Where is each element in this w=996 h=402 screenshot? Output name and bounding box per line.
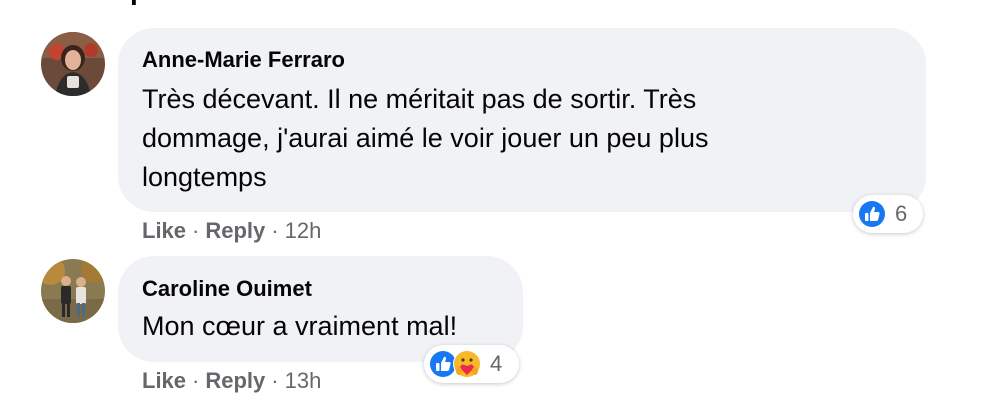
comment-author[interactable]: Anne-Marie Ferraro	[142, 47, 345, 73]
avatar[interactable]	[41, 259, 105, 323]
separator: ·	[271, 218, 279, 243]
care-icon	[453, 350, 481, 378]
separator: ·	[192, 218, 200, 243]
like-button[interactable]: Like	[142, 218, 186, 243]
reaction-count: 6	[895, 201, 908, 226]
comment-text: Très décevant. Il ne méritait pas de sor…	[142, 84, 709, 192]
like-icon	[858, 200, 886, 228]
separator: ·	[192, 368, 200, 393]
like-button[interactable]: Like	[142, 368, 186, 393]
reaction-summary[interactable]: 6	[853, 195, 923, 233]
timestamp-link[interactable]: 12h	[285, 218, 322, 243]
comment-actions: Like · Reply · 13h	[142, 368, 321, 394]
avatar[interactable]	[41, 32, 105, 96]
timestamp-link[interactable]: 13h	[285, 368, 322, 393]
reaction-count: 4	[490, 351, 503, 376]
reaction-summary[interactable]: 4	[424, 345, 519, 383]
reply-button[interactable]: Reply	[205, 368, 265, 393]
comment-text: Mon cœur a vraiment mal!	[142, 311, 458, 341]
comment-author[interactable]: Caroline Ouimet	[142, 276, 312, 302]
avatar-photo	[41, 32, 105, 96]
previous-comment-cut-text: p	[130, 0, 147, 6]
reply-button[interactable]: Reply	[205, 218, 265, 243]
comment-actions: Like · Reply · 12h	[142, 218, 321, 244]
separator: ·	[271, 368, 279, 393]
avatar-photo	[41, 259, 105, 323]
